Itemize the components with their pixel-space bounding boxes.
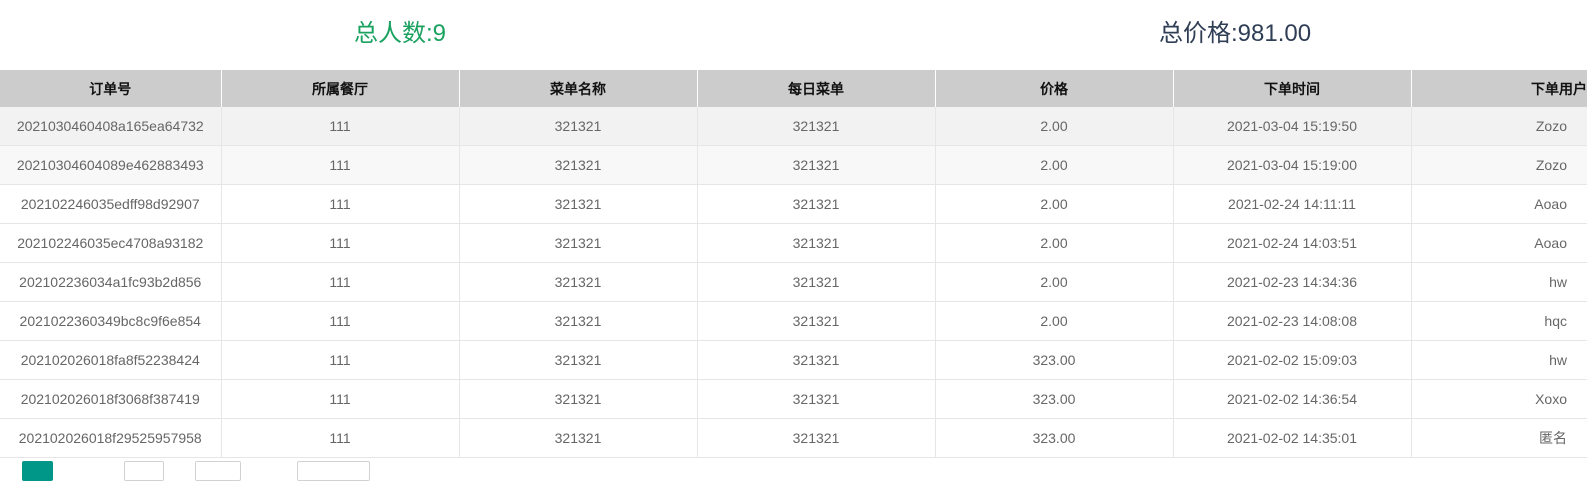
cell-order-id: 202102236034a1fc93b2d856	[0, 262, 221, 302]
order-summary: 总人数:9 总价格:981.00	[0, 0, 1587, 70]
table-row[interactable]: 202102246035ec4708a93182 111 321321 3213…	[0, 223, 1587, 263]
table-row[interactable]: 202102026018f29525957958 111 321321 3213…	[0, 418, 1587, 458]
cell-user: 匿名	[1410, 418, 1587, 458]
cell-order-time: 2021-02-23 14:34:36	[1172, 262, 1411, 302]
cell-user: hw	[1410, 340, 1587, 380]
cell-menu-name: 321321	[458, 145, 697, 185]
cell-price: 323.00	[934, 379, 1173, 419]
cell-order-time: 2021-03-04 15:19:50	[1172, 107, 1411, 146]
column-header-order-time[interactable]: 下单时间	[1172, 70, 1411, 107]
cell-daily-menu: 321321	[696, 301, 935, 341]
table-row[interactable]: 20210304604089e462883493 111 321321 3213…	[0, 145, 1587, 185]
column-header-order-id[interactable]: 订单号	[0, 70, 221, 107]
cell-restaurant: 111	[220, 184, 459, 224]
column-header-user[interactable]: 下单用户	[1410, 70, 1587, 107]
cell-order-id: 202102026018f3068f387419	[0, 379, 221, 419]
column-header-menu-name[interactable]: 菜单名称	[458, 70, 697, 107]
total-people-count: 总人数:9	[354, 20, 447, 47]
pagination-current-page[interactable]	[22, 461, 53, 481]
cell-price: 323.00	[934, 418, 1173, 458]
cell-order-time: 2021-03-04 15:19:00	[1172, 145, 1411, 185]
table-row[interactable]: 202102026018f3068f387419 111 321321 3213…	[0, 379, 1587, 419]
cell-daily-menu: 321321	[696, 184, 935, 224]
header-row: 订单号 所属餐厅 菜单名称 每日菜单 价格 下单时间 下单用户	[0, 70, 1587, 107]
column-header-daily-menu[interactable]: 每日菜单	[696, 70, 935, 107]
table-row[interactable]: 202102246035edff98d92907 111 321321 3213…	[0, 184, 1587, 224]
pagination-page-button[interactable]	[124, 461, 164, 481]
cell-restaurant: 111	[220, 418, 459, 458]
cell-daily-menu: 321321	[696, 379, 935, 419]
cell-restaurant: 111	[220, 262, 459, 302]
cell-restaurant: 111	[220, 379, 459, 419]
cell-order-id: 202102246035edff98d92907	[0, 184, 221, 224]
cell-order-id: 2021022360349bc8c9f6e854	[0, 301, 221, 341]
table-row[interactable]: 202102026018fa8f52238424 111 321321 3213…	[0, 340, 1587, 380]
cell-user: Aoao	[1410, 184, 1587, 224]
total-price: 总价格:981.00	[1159, 20, 1312, 47]
cell-order-id: 20210304604089e462883493	[0, 145, 221, 185]
cell-user: hw	[1410, 262, 1587, 302]
table-row[interactable]: 2021030460408a165ea64732 111 321321 3213…	[0, 107, 1587, 146]
cell-order-time: 2021-02-24 14:03:51	[1172, 223, 1411, 263]
table-row[interactable]: 2021022360349bc8c9f6e854 111 321321 3213…	[0, 301, 1587, 341]
cell-order-id: 202102026018f29525957958	[0, 418, 221, 458]
orders-table: 订单号 所属餐厅 菜单名称 每日菜单 价格 下单时间 下单用户 20210304…	[0, 70, 1587, 458]
cell-menu-name: 321321	[458, 418, 697, 458]
cell-menu-name: 321321	[458, 223, 697, 263]
cell-price: 323.00	[934, 340, 1173, 380]
table-header: 订单号 所属餐厅 菜单名称 每日菜单 价格 下单时间 下单用户	[0, 70, 1587, 107]
cell-daily-menu: 321321	[696, 340, 935, 380]
cell-user: Zozo	[1410, 107, 1587, 146]
cell-order-time: 2021-02-02 14:35:01	[1172, 418, 1411, 458]
cell-price: 2.00	[934, 262, 1173, 302]
cell-restaurant: 111	[220, 340, 459, 380]
cell-order-time: 2021-02-02 15:09:03	[1172, 340, 1411, 380]
cell-daily-menu: 321321	[696, 145, 935, 185]
cell-price: 2.00	[934, 145, 1173, 185]
cell-order-id: 2021030460408a165ea64732	[0, 107, 221, 146]
cell-menu-name: 321321	[458, 262, 697, 302]
cell-daily-menu: 321321	[696, 107, 935, 146]
cell-order-id: 202102026018fa8f52238424	[0, 340, 221, 380]
cell-menu-name: 321321	[458, 340, 697, 380]
table-row[interactable]: 202102236034a1fc93b2d856 111 321321 3213…	[0, 262, 1587, 302]
column-header-restaurant[interactable]: 所属餐厅	[220, 70, 459, 107]
pagination	[0, 461, 1587, 481]
cell-order-time: 2021-02-23 14:08:08	[1172, 301, 1411, 341]
cell-restaurant: 111	[220, 301, 459, 341]
cell-menu-name: 321321	[458, 107, 697, 146]
cell-order-time: 2021-02-24 14:11:11	[1172, 184, 1411, 224]
cell-user: Aoao	[1410, 223, 1587, 263]
cell-menu-name: 321321	[458, 379, 697, 419]
cell-user: Zozo	[1410, 145, 1587, 185]
cell-daily-menu: 321321	[696, 418, 935, 458]
cell-order-id: 202102246035ec4708a93182	[0, 223, 221, 263]
cell-user: Xoxo	[1410, 379, 1587, 419]
cell-restaurant: 111	[220, 223, 459, 263]
pagination-page-button[interactable]	[195, 461, 241, 481]
table-body: 2021030460408a165ea64732 111 321321 3213…	[0, 107, 1587, 458]
cell-daily-menu: 321321	[696, 223, 935, 263]
cell-price: 2.00	[934, 301, 1173, 341]
cell-restaurant: 111	[220, 145, 459, 185]
cell-menu-name: 321321	[458, 301, 697, 341]
cell-restaurant: 111	[220, 107, 459, 146]
cell-price: 2.00	[934, 184, 1173, 224]
pagination-jump-input[interactable]	[297, 461, 370, 481]
cell-price: 2.00	[934, 223, 1173, 263]
cell-user: hqc	[1410, 301, 1587, 341]
cell-order-time: 2021-02-02 14:36:54	[1172, 379, 1411, 419]
cell-menu-name: 321321	[458, 184, 697, 224]
column-header-price[interactable]: 价格	[934, 70, 1173, 107]
cell-price: 2.00	[934, 107, 1173, 146]
cell-daily-menu: 321321	[696, 262, 935, 302]
